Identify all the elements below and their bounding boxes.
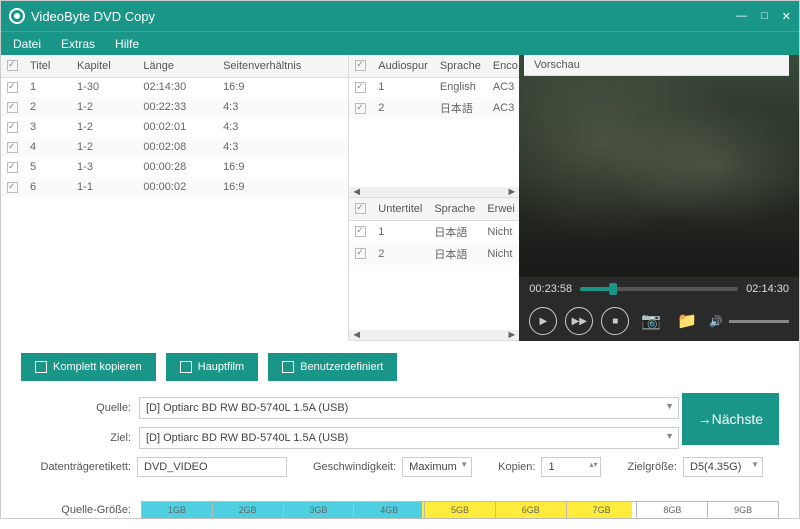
title-bar: VideoByte DVD Copy — □ ✕ [1,1,799,31]
select-all-subs-checkbox[interactable] [355,203,366,214]
mode-main-movie[interactable]: Hauptfilm [166,353,258,381]
disc-label-input[interactable]: DVD_VIDEO [137,457,287,477]
audio-scrollbar[interactable]: ◄► [349,187,519,197]
target-dropdown[interactable]: [D] Optiarc BD RW BD-5740L 1.5A (USB)▼ [139,427,679,449]
speed-label: Geschwindigkeit: [313,461,396,473]
next-button[interactable]: →Nächste [682,393,779,445]
open-folder-button[interactable]: 📁 [673,307,701,335]
size-tick: 8GB [637,502,708,518]
copies-label: Kopien: [498,461,535,473]
stop-button[interactable]: ■ [601,307,629,335]
size-tick: 1GB [142,502,213,518]
target-label: Ziel: [21,432,131,444]
col-subtitle[interactable]: Untertitel [372,198,428,220]
subs-scrollbar[interactable]: ◄► [349,330,519,340]
table-row[interactable]: 11-3002:14:3016:9 [1,77,348,97]
chevron-down-icon: ▼ [665,401,674,411]
size-tick: 5GB [425,502,496,518]
time-total: 02:14:30 [746,283,789,295]
spinner-icon: ▴▾ [589,460,597,469]
chevron-down-icon: ▼ [751,460,759,469]
size-tick: 6GB [496,502,567,518]
source-size-label: Quelle-Größe: [21,504,131,516]
col-chapter[interactable]: Kapitel [71,55,137,77]
row-checkbox[interactable] [7,182,18,193]
preview-panel: Vorschau 00:23:58 02:14:30 ▶ ▶▶ ■ 📷 📁 🔊 [519,55,799,341]
size-tick: 3GB [284,502,355,518]
table-row[interactable]: 61-100:00:0216:9 [1,177,348,197]
targetsize-label: Zielgröße: [627,461,677,473]
table-row[interactable]: 51-300:00:2816:9 [1,157,348,177]
volume-icon[interactable]: 🔊 [709,315,723,328]
copy-mode-row: Komplett kopieren Hauptfilm Benutzerdefi… [1,341,799,393]
row-checkbox[interactable] [7,102,18,113]
snapshot-button[interactable]: 📷 [637,307,665,335]
disc-icon [35,361,47,373]
app-logo-icon [9,8,25,24]
app-title: VideoByte DVD Copy [31,9,736,24]
table-row[interactable]: 2日本語Nicht [349,243,519,265]
next-button[interactable]: ▶▶ [565,307,593,335]
menu-bar: Datei Extras Hilfe [1,31,799,55]
menu-help[interactable]: Hilfe [115,37,139,51]
speed-dropdown[interactable]: Maximum▼ [402,457,472,477]
close-button[interactable]: ✕ [782,10,791,23]
col-audiotrack[interactable]: Audiospur [372,55,434,77]
row-checkbox[interactable] [355,82,366,93]
audio-panel: Audiospur Sprache Enco 1EnglishAC32日本語AC… [349,55,519,198]
disc-label-label: Datenträgeretikett: [21,461,131,473]
film-icon [180,361,192,373]
row-checkbox[interactable] [7,162,18,173]
mode-full-copy[interactable]: Komplett kopieren [21,353,156,381]
custom-icon [282,361,294,373]
col-ratio[interactable]: Seitenverhältnis [217,55,348,77]
chevron-down-icon: ▼ [665,431,674,441]
row-checkbox[interactable] [7,142,18,153]
size-tick: 7GB [567,502,638,518]
volume-slider[interactable] [729,320,789,323]
row-checkbox[interactable] [355,103,366,114]
size-tick: 2GB [213,502,284,518]
copies-spinner[interactable]: 1▴▾ [541,457,601,477]
row-checkbox[interactable] [7,122,18,133]
col-sub-lang[interactable]: Sprache [428,198,481,220]
col-title[interactable]: Titel [24,55,71,77]
size-tick: 9GB [708,502,778,518]
table-row[interactable]: 2日本語AC3 [349,97,519,119]
row-checkbox[interactable] [355,226,366,237]
col-sub-ext[interactable]: Erwei [481,198,519,220]
time-current: 00:23:58 [529,283,572,295]
seek-slider[interactable] [580,287,738,291]
select-all-titles-checkbox[interactable] [7,60,18,71]
table-row[interactable]: 21-200:22:334:3 [1,97,348,117]
size-bar: 1GB2GB3GB4GB5GB6GB7GB8GB9GB [141,501,779,519]
col-length[interactable]: Länge [137,55,217,77]
preview-label: Vorschau [524,55,789,76]
titles-panel: Titel Kapitel Länge Seitenverhältnis 11-… [1,55,349,341]
select-all-audio-checkbox[interactable] [355,60,366,71]
subtitle-panel: Untertitel Sprache Erwei 1日本語Nicht2日本語Ni… [349,198,519,341]
row-checkbox[interactable] [355,248,366,259]
maximize-button[interactable]: □ [761,10,768,23]
minimize-button[interactable]: — [736,10,747,23]
row-checkbox[interactable] [7,82,18,93]
table-row[interactable]: 1日本語Nicht [349,220,519,243]
table-row[interactable]: 31-200:02:014:3 [1,117,348,137]
table-row[interactable]: 1EnglishAC3 [349,77,519,97]
size-tick: 4GB [354,502,425,518]
video-preview[interactable] [519,55,799,277]
menu-file[interactable]: Datei [13,37,41,51]
play-button[interactable]: ▶ [529,307,557,335]
table-row[interactable]: 41-200:02:084:3 [1,137,348,157]
chevron-down-icon: ▼ [460,460,468,469]
targetsize-dropdown[interactable]: D5(4.35G)▼ [683,457,763,477]
mode-custom[interactable]: Benutzerdefiniert [268,353,397,381]
source-dropdown[interactable]: [D] Optiarc BD RW BD-5740L 1.5A (USB)▼ [139,397,679,419]
source-label: Quelle: [21,402,131,414]
menu-extras[interactable]: Extras [61,37,95,51]
col-audio-enc[interactable]: Enco [487,55,519,77]
col-audio-lang[interactable]: Sprache [434,55,487,77]
